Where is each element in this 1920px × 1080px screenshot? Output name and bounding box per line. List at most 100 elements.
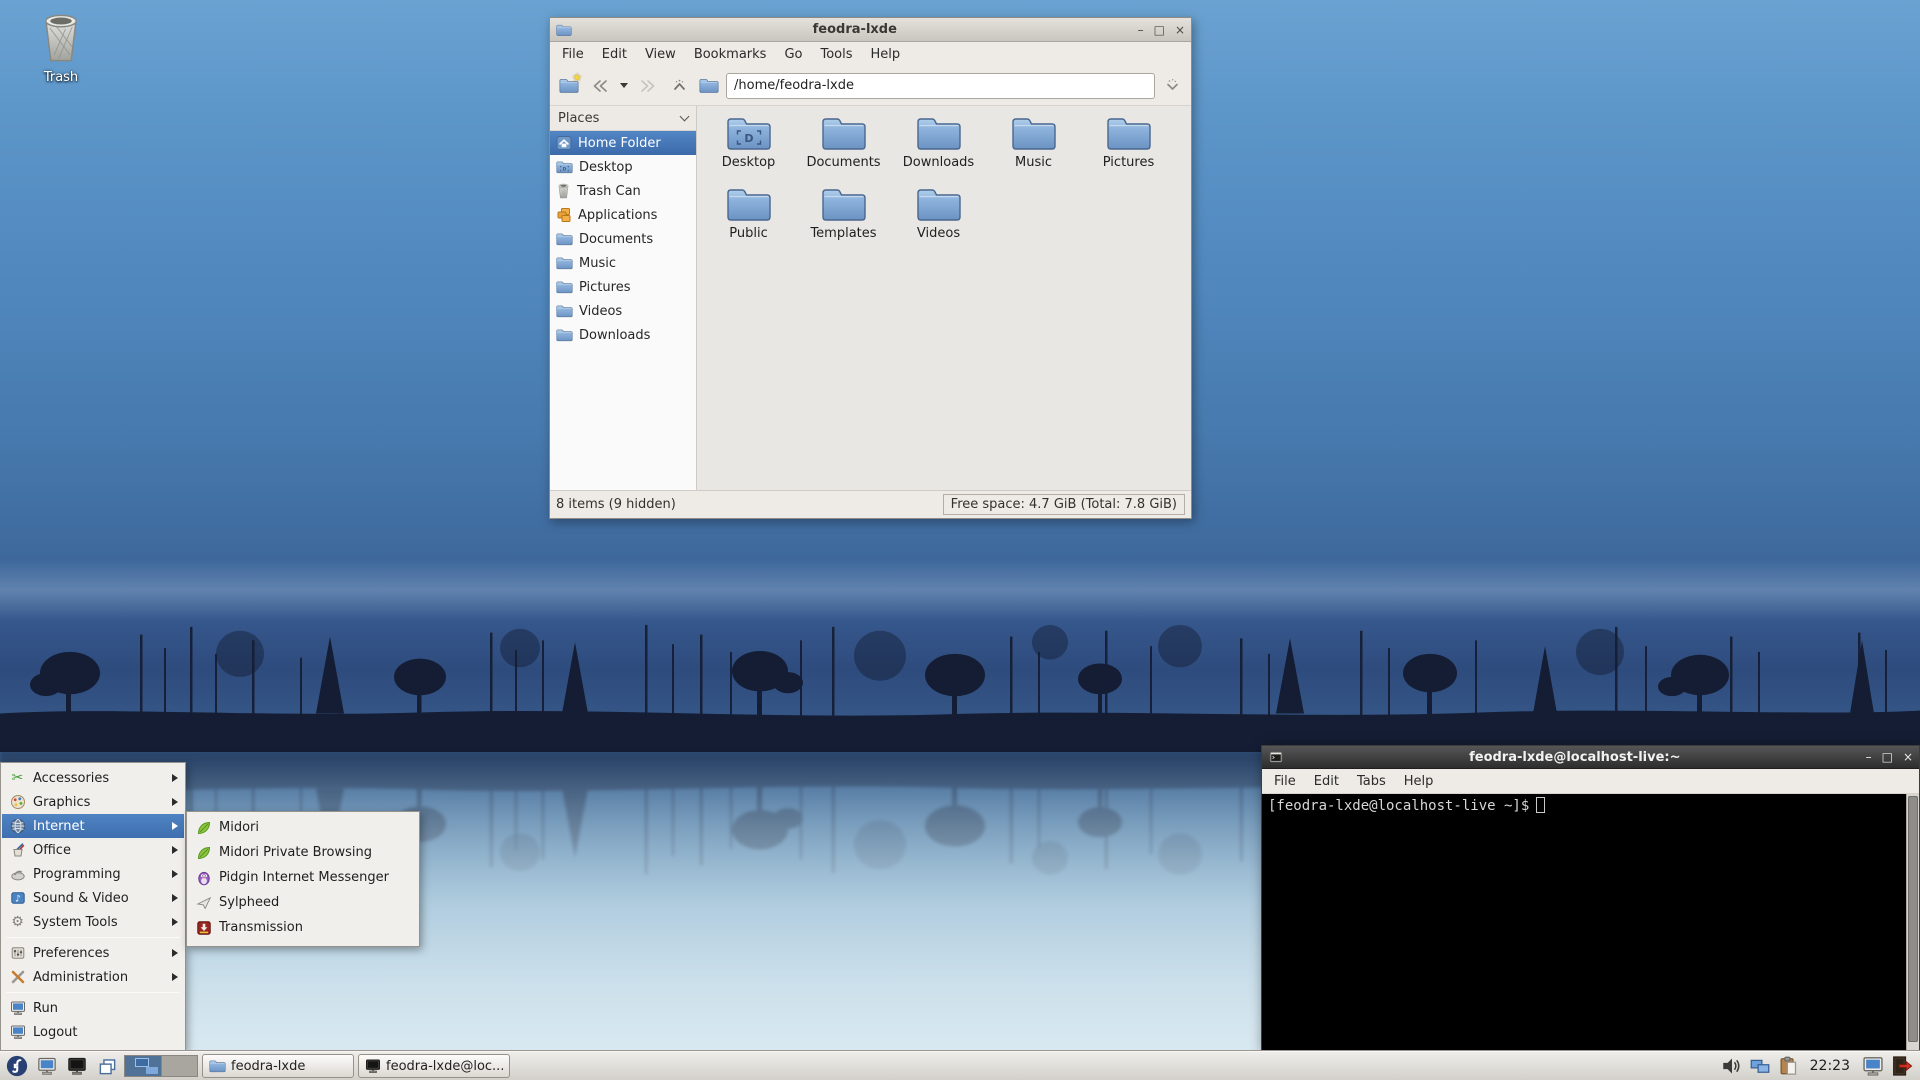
folder-label: Downloads [902, 155, 975, 170]
desktop-trash-icon[interactable]: Trash [26, 12, 96, 85]
menu-item-programming[interactable]: Programming [2, 862, 184, 886]
forward-icon [640, 78, 658, 94]
folder-item-videos[interactable]: Videos [891, 185, 986, 256]
folder-item-downloads[interactable]: Downloads [891, 114, 986, 185]
file-manager-toolbar: ★ [550, 66, 1191, 106]
folder-item-pictures[interactable]: Pictures [1081, 114, 1176, 185]
workspace-pager[interactable] [124, 1055, 198, 1077]
menu-file[interactable]: File [1266, 772, 1304, 791]
menu-edit[interactable]: Edit [594, 45, 635, 64]
sidebar-item-documents[interactable]: Documents [550, 227, 696, 251]
dark-monitor-icon [365, 1058, 381, 1074]
menu-item-label: Internet [33, 818, 85, 834]
folder-item-desktop[interactable]: Desktop [701, 114, 796, 185]
terminal-launcher[interactable] [64, 1053, 90, 1079]
workspace-1[interactable] [125, 1056, 161, 1076]
menu-item-label: Midori [219, 820, 259, 835]
minimize-all-button[interactable] [94, 1053, 120, 1079]
back-button[interactable] [586, 73, 612, 99]
menu-item-internet[interactable]: Internet [2, 814, 184, 838]
terminal-scrollbar[interactable] [1906, 794, 1919, 1050]
application-menu: ✂ Accessories Graphics Internet Office P… [0, 762, 186, 1051]
lock-screen-icon[interactable] [1862, 1055, 1884, 1077]
menu-item-accessories[interactable]: ✂ Accessories [2, 766, 184, 790]
menu-item-preferences[interactable]: Preferences [2, 941, 184, 965]
menu-item-administration[interactable]: Administration [2, 965, 184, 989]
sidebar-item-videos[interactable]: Videos [550, 299, 696, 323]
submenu-arrow-icon [172, 973, 178, 981]
folder-label: Music [1015, 155, 1052, 170]
submenu-item-transmission[interactable]: Transmission [188, 915, 418, 940]
volume-icon[interactable] [1722, 1056, 1742, 1076]
taskbar-panel: feodra-lxde feodra-lxde@loc... 22:23 [0, 1051, 1920, 1080]
menu-help[interactable]: Help [1396, 772, 1442, 791]
window-title: feodra-lxde [812, 22, 897, 37]
scrollbar-thumb[interactable] [1908, 796, 1918, 1042]
path-input[interactable] [726, 72, 1155, 99]
terminal-titlebar[interactable]: feodra-lxde@localhost-live:~ – □ × [1262, 746, 1919, 769]
sidebar-item-desktop[interactable]: Desktop [550, 155, 696, 179]
file-manager-launcher[interactable] [34, 1053, 60, 1079]
logout-door-icon[interactable] [1891, 1055, 1913, 1077]
sidebar-item-applications[interactable]: Applications [550, 203, 696, 227]
minimize-button[interactable]: – [1138, 24, 1144, 36]
menu-item-logout[interactable]: Logout [2, 1020, 184, 1044]
menu-bookmarks[interactable]: Bookmarks [686, 45, 775, 64]
workspace-2[interactable] [160, 1056, 197, 1076]
sidebar-item-downloads[interactable]: Downloads [550, 323, 696, 347]
task-button-terminal[interactable]: feodra-lxde@loc... [358, 1054, 510, 1078]
terminal-content[interactable]: [feodra-lxde@localhost-live ~]$ [1262, 794, 1919, 1050]
folder-item-public[interactable]: Public [701, 185, 796, 256]
administration-icon [9, 969, 26, 986]
minimize-button[interactable]: – [1866, 751, 1872, 763]
start-menu-button[interactable] [3, 1053, 30, 1079]
new-tab-button[interactable]: ★ [556, 71, 582, 99]
menu-item-label: Graphics [33, 794, 91, 810]
submenu-item-sylpheed[interactable]: Sylpheed [188, 890, 418, 915]
menu-file[interactable]: File [554, 45, 592, 64]
menu-help[interactable]: Help [863, 45, 909, 64]
sound-video-icon [9, 890, 26, 907]
sidebar-item-pictures[interactable]: Pictures [550, 275, 696, 299]
dark-monitor-icon [67, 1056, 87, 1076]
submenu-item-midori[interactable]: Midori [188, 815, 418, 840]
clipboard-icon[interactable] [1778, 1056, 1798, 1076]
go-icon [1164, 78, 1181, 94]
menu-view[interactable]: View [637, 45, 684, 64]
maximize-button[interactable]: □ [1882, 751, 1893, 763]
home-button[interactable] [696, 73, 722, 99]
menu-item-run[interactable]: Run [2, 996, 184, 1020]
place-label: Downloads [579, 327, 651, 343]
submenu-item-midori-private[interactable]: Midori Private Browsing [188, 840, 418, 865]
folder-item-music[interactable]: Music [986, 114, 1081, 185]
menu-edit[interactable]: Edit [1306, 772, 1347, 791]
status-items-count: 8 items (9 hidden) [556, 497, 676, 512]
file-manager-titlebar[interactable]: feodra-lxde – □ × [550, 18, 1191, 42]
clock[interactable]: 22:23 [1810, 1058, 1850, 1074]
menu-tools[interactable]: Tools [812, 45, 860, 64]
forward-button[interactable] [636, 73, 662, 99]
sidebar-item-home-folder[interactable]: Home Folder [550, 131, 696, 155]
menu-item-graphics[interactable]: Graphics [2, 790, 184, 814]
sidebar-item-music[interactable]: Music [550, 251, 696, 275]
menu-item-sound-video[interactable]: Sound & Video [2, 886, 184, 910]
sidebar-item-trash-can[interactable]: Trash Can [550, 179, 696, 203]
maximize-button[interactable]: □ [1154, 24, 1165, 36]
menu-item-office[interactable]: Office [2, 838, 184, 862]
menu-go[interactable]: Go [776, 45, 810, 64]
submenu-item-pidgin[interactable]: Pidgin Internet Messenger [188, 865, 418, 890]
folder-item-templates[interactable]: Templates [796, 185, 891, 256]
close-button[interactable]: × [1175, 24, 1185, 36]
up-button[interactable] [666, 73, 692, 99]
folder-item-documents[interactable]: Documents [796, 114, 891, 185]
network-icon[interactable] [1749, 1056, 1771, 1076]
places-header[interactable]: Places [550, 106, 696, 131]
close-button[interactable]: × [1903, 751, 1913, 763]
menu-item-system-tools[interactable]: ⚙ System Tools [2, 910, 184, 934]
task-button-file-manager[interactable]: feodra-lxde [202, 1054, 354, 1078]
history-dropdown-button[interactable] [616, 73, 632, 99]
go-button[interactable] [1159, 73, 1185, 99]
pidgin-icon [195, 869, 212, 886]
status-free-space: Free space: 4.7 GiB (Total: 7.8 GiB) [942, 494, 1185, 515]
menu-tabs[interactable]: Tabs [1349, 772, 1394, 791]
